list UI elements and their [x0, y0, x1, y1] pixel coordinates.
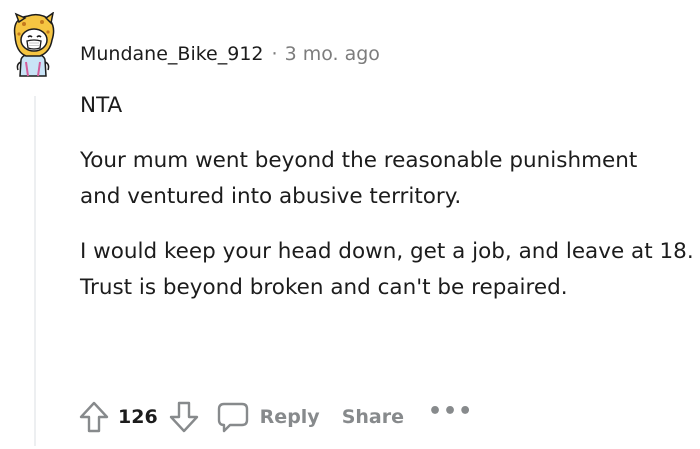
comment-body: NTA Your mum went beyond the reasonable …	[80, 88, 695, 325]
author-username[interactable]: Mundane_Bike_912	[80, 43, 264, 65]
comment-paragraph: NTA	[80, 93, 123, 118]
reply-label: Reply	[259, 406, 320, 428]
share-button[interactable]: Share	[342, 406, 404, 428]
vote-score: 126	[118, 406, 158, 428]
reply-button[interactable]: Reply	[216, 401, 320, 433]
more-options-icon[interactable]: •••	[428, 399, 473, 424]
speech-bubble-icon	[217, 402, 248, 433]
thread-line[interactable]	[34, 96, 36, 446]
comment-timestamp[interactable]: 3 mo. ago	[285, 43, 380, 65]
arrow-up-icon	[79, 401, 109, 433]
comment-header: Mundane_Bike_912 · 3 mo. ago	[80, 40, 380, 68]
meta-separator: ·	[271, 43, 278, 65]
user-avatar[interactable]	[10, 12, 56, 78]
comment-action-bar: 126 Reply Share •••	[76, 396, 473, 438]
arrow-down-icon	[169, 401, 198, 433]
downvote-button[interactable]	[166, 398, 202, 436]
comment-paragraph: Your mum went beyond the reasonable puni…	[80, 148, 638, 209]
upvote-button[interactable]	[76, 398, 112, 436]
comment-paragraph: I would keep your head down, get a job, …	[80, 239, 694, 300]
